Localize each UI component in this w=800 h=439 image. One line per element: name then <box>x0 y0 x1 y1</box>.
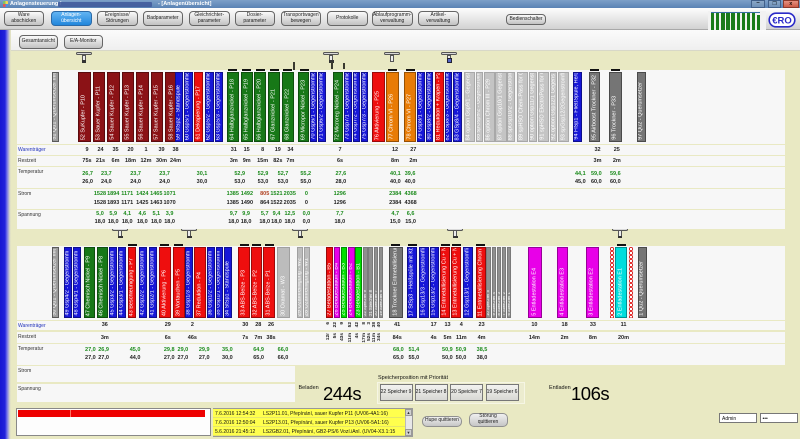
svg-text:€RO: €RO <box>772 16 792 27</box>
